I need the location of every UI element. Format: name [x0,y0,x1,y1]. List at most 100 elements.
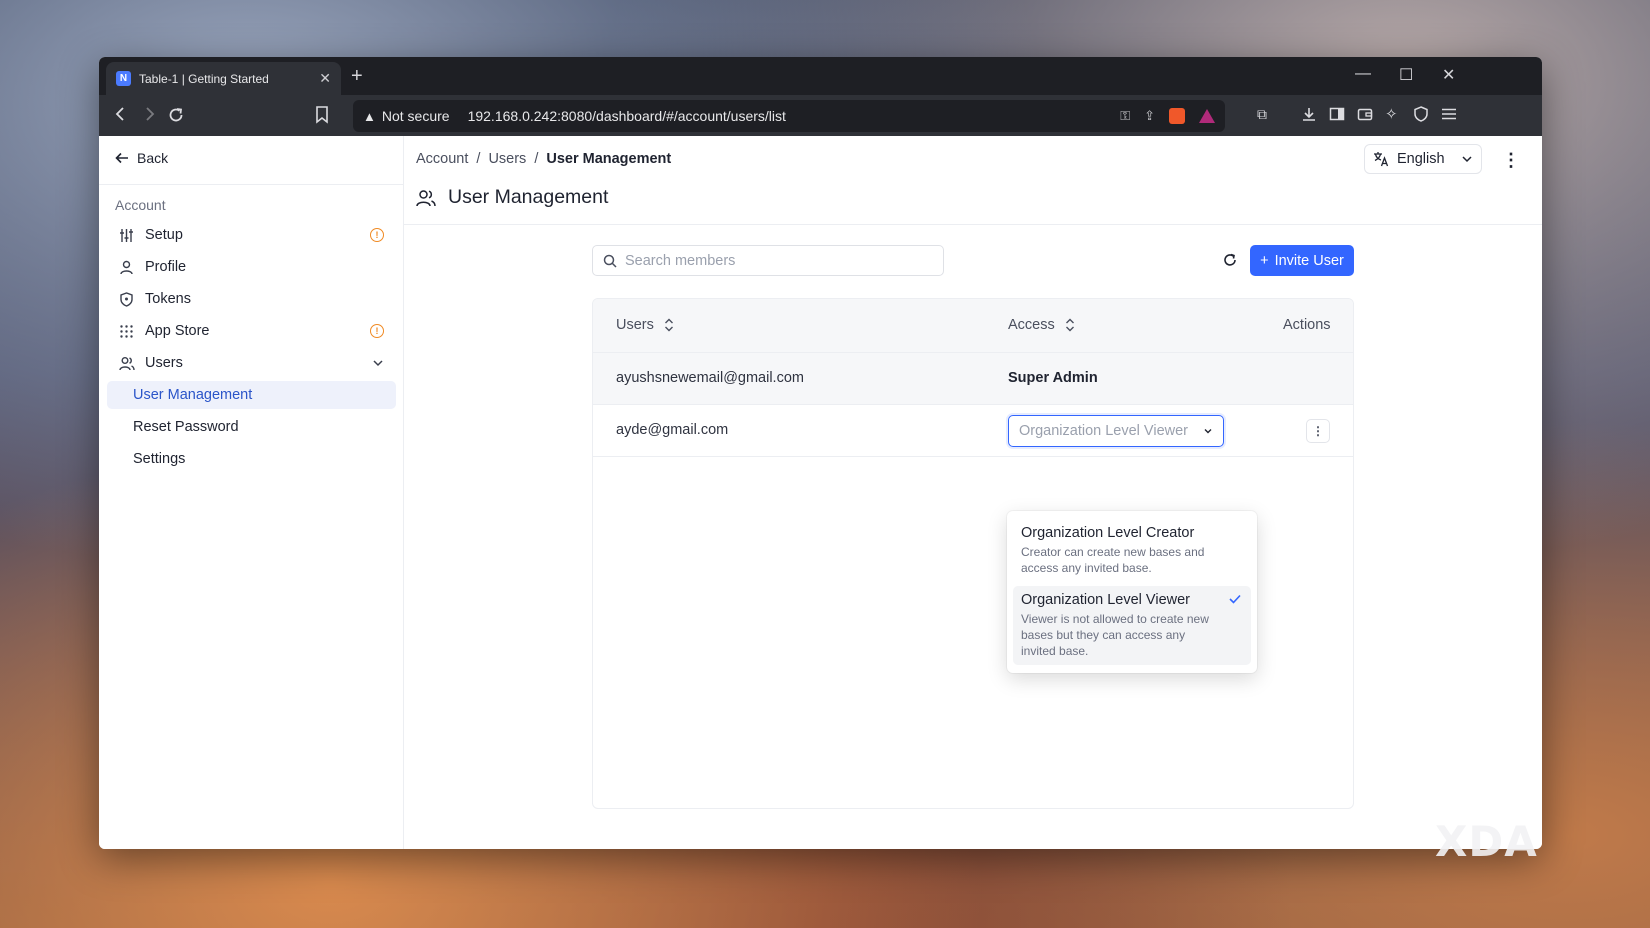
sidebar-subitem-settings[interactable]: Settings [107,445,396,473]
users-icon [416,189,436,206]
user-email: ayde@gmail.com [616,422,729,438]
sidebar-item-setup[interactable]: Setup ! [107,221,396,249]
reload-icon[interactable] [167,106,185,124]
screenshot-icon[interactable]: ⧉ [1257,106,1267,123]
table-header: Users Access Actions [593,299,1353,353]
column-header-label: Access [1008,317,1055,333]
user-icon [119,260,135,275]
back-arrow-icon[interactable] [113,106,129,122]
new-tab-button[interactable]: + [351,65,363,88]
search-icon [603,254,617,268]
role-option-creator[interactable]: Organization Level Creator Creator can c… [1013,519,1251,582]
invite-user-button[interactable]: + Invite User [1250,245,1354,276]
main-panel: Account / Users / User Management Englis… [404,136,1542,849]
role-select[interactable]: Organization Level Viewer [1008,415,1224,447]
window-close-icon[interactable]: ✕ [1442,65,1455,85]
warning-icon: ▲ [363,108,376,124]
role-option-description: Viewer is not allowed to create new base… [1021,612,1209,658]
maximize-icon[interactable]: ☐ [1399,65,1413,85]
role-option-title: Organization Level Viewer [1021,592,1190,608]
chevron-down-icon [1462,156,1472,163]
translate-icon [1374,152,1389,167]
security-label: Not secure [381,108,450,124]
back-button[interactable]: Back [115,150,168,166]
column-header-label: Users [616,317,654,333]
sort-icon [664,318,673,332]
url-text: 192.168.0.242:8080/dashboard/#/account/u… [467,108,786,124]
search-members[interactable] [592,245,944,276]
shield-icon [119,291,135,307]
warning-badge-icon: ! [370,228,384,242]
tab-bar: N Table-1 | Getting Started ✕ + — ☐ ✕ [99,57,1542,95]
sliders-icon [119,228,135,243]
sidebar-toggle-icon[interactable] [1329,106,1345,122]
back-label: Back [137,150,169,166]
sidebar-section-title: Account [115,197,166,213]
user-access: Super Admin [1008,370,1098,386]
wallet-icon[interactable] [1357,106,1373,122]
bookmark-icon[interactable] [315,106,329,124]
role-option-viewer[interactable]: Organization Level Viewer Viewer is not … [1013,586,1251,665]
forward-arrow-icon[interactable] [141,106,157,122]
browser-window: N Table-1 | Getting Started ✕ + — ☐ ✕ ▲ … [99,57,1542,849]
plus-icon: + [1260,252,1269,269]
address-bar[interactable]: ▲ Not secure 192.168.0.242:8080/dashboar… [353,100,1225,132]
table-row: ayde@gmail.com Organization Level Viewer… [593,405,1353,457]
breadcrumb-separator: / [476,151,481,167]
breadcrumb-account[interactable]: Account [416,151,468,167]
sidebar-item-label: App Store [145,323,210,339]
share-icon[interactable]: ⇪ [1144,108,1155,124]
divider [99,184,403,185]
menu-icon[interactable] [1441,106,1457,122]
brave-shield-icon[interactable] [1169,108,1185,124]
app-content: Back Account Setup ! Profile Tokens App … [99,136,1542,849]
sidebar-item-users[interactable]: Users [107,349,396,377]
tab-close-icon[interactable]: ✕ [319,70,331,87]
chevron-down-icon[interactable] [372,357,384,369]
refresh-icon[interactable] [1223,253,1237,267]
language-value: English [1397,151,1445,167]
sidebar-item-label: Profile [145,259,187,275]
more-options-icon[interactable]: ⋮ [1502,150,1520,171]
role-dropdown: Organization Level Creator Creator can c… [1007,511,1257,673]
sidebar-item-profile[interactable]: Profile [107,253,396,281]
language-select[interactable]: English [1364,144,1482,174]
invite-user-label: Invite User [1274,252,1344,269]
browser-toolbar: ▲ Not secure 192.168.0.242:8080/dashboar… [99,95,1542,136]
role-option-title: Organization Level Creator [1021,525,1195,541]
breadcrumb-separator: / [534,151,539,167]
search-input[interactable] [625,252,933,269]
page-title: User Management [416,186,608,209]
vpn-shield-icon[interactable] [1413,106,1429,122]
column-users[interactable]: Users [616,317,674,333]
sidebar-subitem-reset-password[interactable]: Reset Password [107,413,396,441]
xda-watermark-logo: XDA [1435,817,1538,866]
row-actions-icon[interactable]: ⋮ [1306,419,1330,443]
breadcrumb-users[interactable]: Users [488,151,526,167]
grid-icon [119,324,135,339]
sidebar: Back Account Setup ! Profile Tokens App … [99,136,404,849]
arrow-left-icon [115,152,128,164]
brave-rewards-icon[interactable] [1199,109,1215,123]
breadcrumb-current: User Management [546,151,672,167]
breadcrumb: Account / Users / User Management [416,151,671,167]
sort-icon [1065,318,1074,332]
ai-sparkle-icon[interactable]: ✧ [1385,105,1398,123]
warning-badge-icon: ! [370,324,384,338]
sidebar-subitem-user-management[interactable]: User Management [107,381,396,409]
browser-tab[interactable]: N Table-1 | Getting Started ✕ [106,62,341,95]
column-actions: Actions [1283,317,1331,333]
divider [404,224,1542,225]
tab-title: Table-1 | Getting Started [139,71,269,86]
users-icon [119,356,135,371]
sidebar-item-tokens[interactable]: Tokens [107,285,396,313]
check-icon [1229,594,1241,604]
key-icon[interactable]: ⚿ [1120,108,1130,124]
column-access[interactable]: Access [1008,317,1075,333]
sidebar-item-app-store[interactable]: App Store ! [107,317,396,345]
table-row: ayushsnewemail@gmail.com Super Admin [593,353,1353,405]
page-title-text: User Management [448,186,609,208]
role-select-value: Organization Level Viewer [1019,423,1188,439]
minimize-icon[interactable]: — [1355,65,1371,83]
download-icon[interactable] [1301,106,1317,122]
